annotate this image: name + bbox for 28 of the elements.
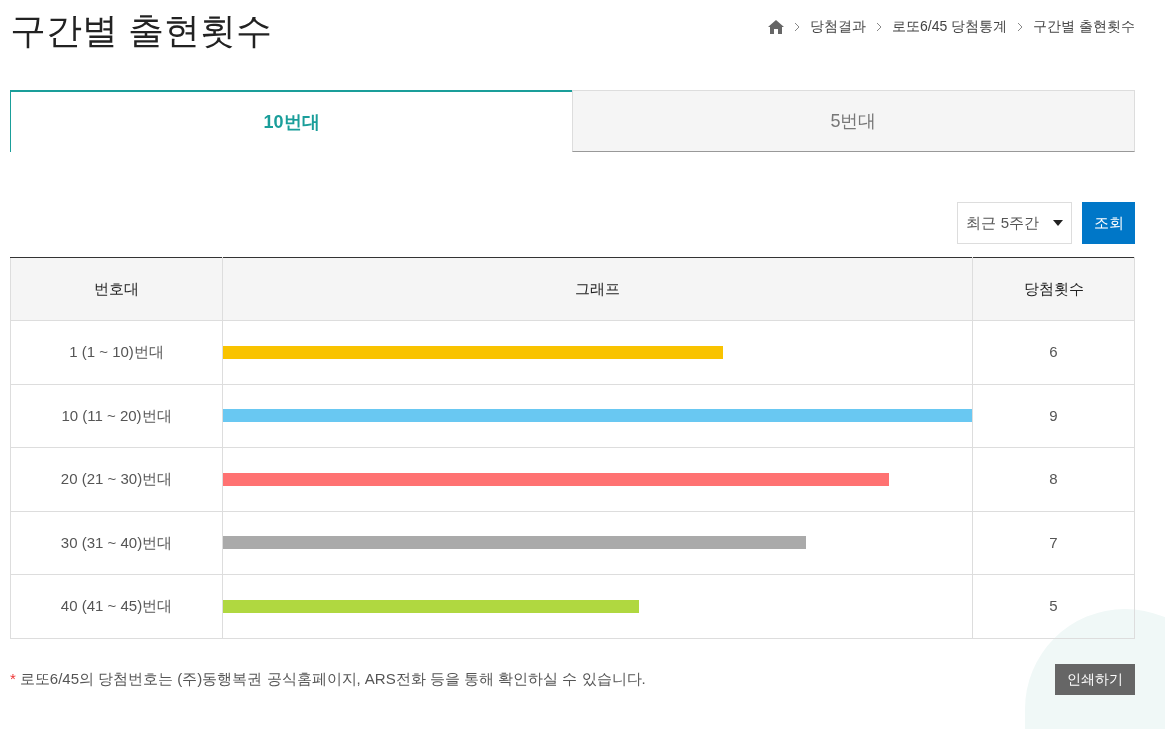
tab[interactable]: 5번대 xyxy=(572,90,1135,152)
table-cell: 30 (31 ~ 40)번대 xyxy=(10,511,223,575)
table-cell: 40 (41 ~ 45)번대 xyxy=(10,574,223,638)
dropdown-caret-icon xyxy=(1053,220,1063,226)
table-cell: 1 (1 ~ 10)번대 xyxy=(10,320,223,384)
home-icon[interactable] xyxy=(767,19,784,34)
chevron-icon xyxy=(793,21,800,32)
table-cell: 7 xyxy=(972,511,1135,575)
search-button[interactable]: 조회 xyxy=(1082,202,1135,244)
table-cell: 5 xyxy=(972,574,1135,638)
period-select[interactable]: 최근 5주간 xyxy=(957,202,1072,244)
note-mark: * xyxy=(10,668,16,689)
page-title: 구간별 출현횟수 xyxy=(10,9,272,53)
column-header: 번호대 xyxy=(10,257,223,321)
table-cell: 20 (21 ~ 30)번대 xyxy=(10,447,223,511)
breadcrumb-link[interactable]: 당첨결과 xyxy=(809,16,866,37)
table-cell: 8 xyxy=(972,447,1135,511)
breadcrumb-link[interactable]: 로또6/45 당첨통계 xyxy=(891,16,1008,37)
table-cell: 10 (11 ~ 20)번대 xyxy=(10,384,223,448)
print-button[interactable]: 인쇄하기 xyxy=(1055,663,1135,695)
column-header: 그래프 xyxy=(222,257,973,321)
breadcrumb-link[interactable]: 구간별 출현횟수 xyxy=(1033,16,1135,37)
table-cell: 6 xyxy=(972,320,1135,384)
chevron-icon xyxy=(1017,21,1024,32)
column-header: 당첨횟수 xyxy=(972,257,1135,321)
footnote: 로또6/45의 당첨번호는 (주)동행복권 공식홈페이지, ARS전화 등을 통해 확인하실 수 있습니다. xyxy=(19,668,646,689)
chevron-icon xyxy=(875,21,882,32)
table-cell: 9 xyxy=(972,384,1135,448)
